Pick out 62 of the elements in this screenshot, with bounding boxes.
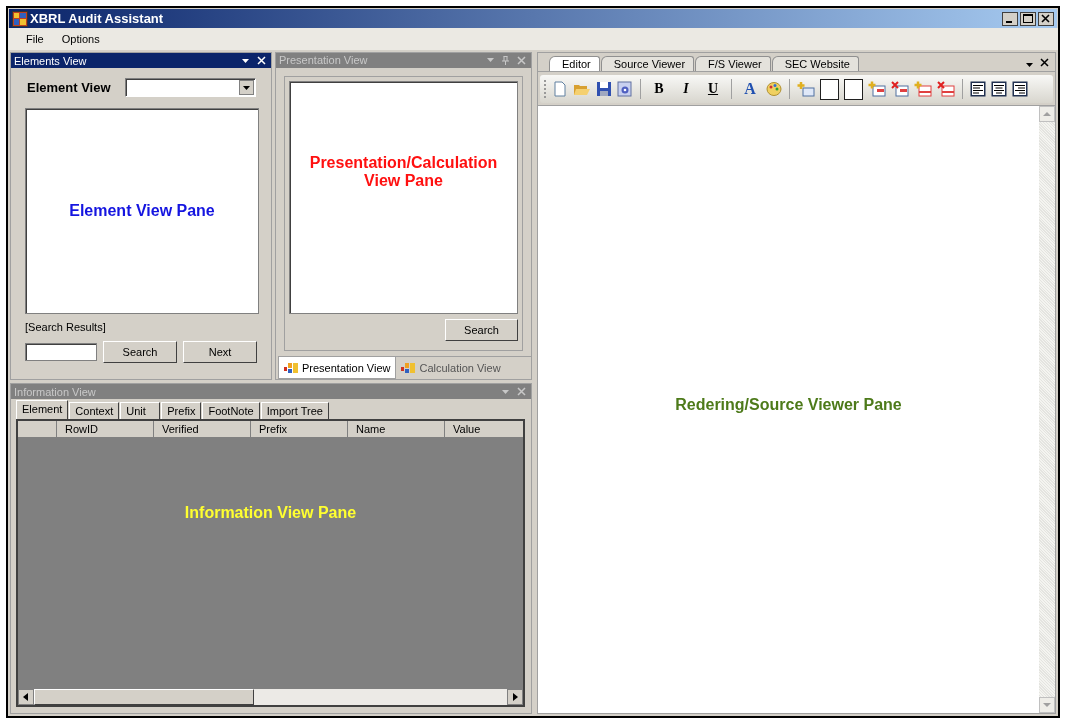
- viewer-tab[interactable]: Source Viewer: [600, 56, 695, 71]
- column-header[interactable]: Prefix: [251, 421, 348, 437]
- tree-box[interactable]: Presentation/Calculation View Pane: [289, 80, 518, 314]
- table-cross-icon[interactable]: [891, 81, 909, 97]
- search-results-label: [Search Results]: [25, 321, 107, 333]
- dropdown-icon[interactable]: [242, 58, 249, 63]
- viewer-tab[interactable]: SEC Website: [771, 56, 859, 71]
- pane-annotation: Presentation/Calculation View Pane: [308, 154, 499, 191]
- chart-icon: [401, 361, 416, 374]
- horizontal-scrollbar[interactable]: [18, 689, 523, 705]
- pane-annotation: Redering/Source Viewer Pane: [675, 395, 902, 414]
- app-icon: [12, 10, 28, 27]
- format-button[interactable]: I: [675, 81, 697, 97]
- table-plus-icon[interactable]: [914, 81, 932, 97]
- menu-item[interactable]: File: [26, 33, 44, 45]
- close-icon[interactable]: [1040, 58, 1049, 67]
- palette-icon[interactable]: [766, 81, 782, 97]
- align-left-icon[interactable]: [970, 81, 986, 97]
- pane-title: Presentation View: [279, 54, 368, 67]
- action-button[interactable]: Next: [183, 341, 257, 363]
- viewer-tab[interactable]: F/S Viewer: [695, 56, 771, 71]
- action-button[interactable]: Search: [103, 341, 177, 363]
- grip-icon: [544, 79, 547, 99]
- format-button[interactable]: U: [702, 81, 724, 97]
- search-button[interactable]: Search: [445, 318, 518, 341]
- align-right-icon[interactable]: [1012, 81, 1028, 97]
- blank-square-icon[interactable]: [820, 78, 839, 100]
- dropdown-icon[interactable]: [1026, 63, 1033, 67]
- info-tab[interactable]: Element: [16, 400, 69, 419]
- scroll-thumb[interactable]: [34, 689, 254, 705]
- element-view-dropdown[interactable]: [124, 77, 256, 97]
- font-color-button[interactable]: A: [739, 80, 761, 98]
- format-button[interactable]: B: [648, 81, 670, 97]
- column-header[interactable]: Verified: [154, 421, 251, 437]
- scroll-left-icon[interactable]: [18, 689, 34, 705]
- pane-title: Information View: [14, 385, 96, 398]
- viewer-tab[interactable]: Editor: [549, 56, 600, 71]
- blank-square-icon[interactable]: [844, 78, 863, 100]
- close-icon[interactable]: [1038, 11, 1054, 26]
- table-plus-icon[interactable]: [868, 81, 886, 97]
- menu-item[interactable]: Options: [61, 33, 100, 45]
- column-header[interactable]: RowID: [57, 421, 154, 437]
- search-field[interactable]: [25, 343, 97, 361]
- document-gear-icon[interactable]: [617, 81, 633, 97]
- view-tab[interactable]: Calculation View: [396, 357, 506, 378]
- new-document-icon[interactable]: [552, 81, 568, 97]
- scroll-right-icon[interactable]: [507, 689, 523, 705]
- element-list-box[interactable]: Element View Pane: [25, 108, 259, 314]
- pane-annotation: Information View Pane: [184, 504, 357, 522]
- save-icon[interactable]: [596, 81, 612, 97]
- view-tab[interactable]: Presentation View: [278, 357, 397, 379]
- column-header[interactable]: Value: [445, 421, 523, 437]
- column-header[interactable]: Name: [348, 421, 445, 437]
- minimize-icon[interactable]: [1002, 11, 1018, 26]
- combo-label: Element View: [27, 79, 111, 95]
- align-center-icon[interactable]: [991, 81, 1007, 97]
- maximize-icon[interactable]: [1020, 11, 1036, 26]
- pane-annotation: Element View Pane: [69, 202, 215, 220]
- pane-title: Elements View: [14, 54, 87, 67]
- table-cross-icon[interactable]: [937, 81, 955, 97]
- chart-icon: [284, 361, 298, 374]
- window-title: XBRL Audit Assistant: [30, 11, 164, 26]
